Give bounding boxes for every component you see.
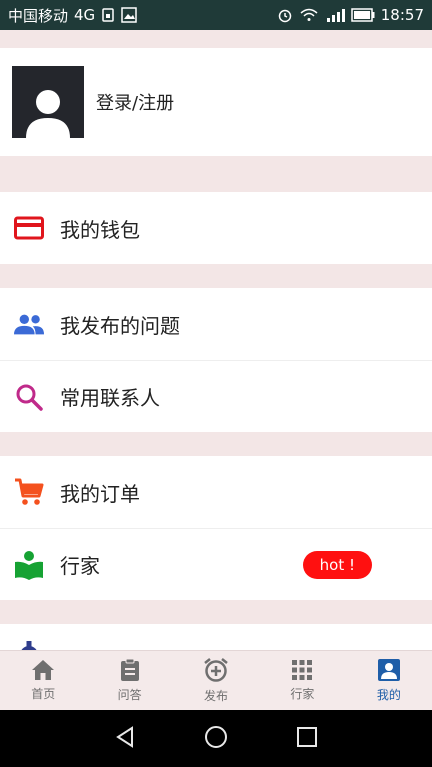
menu-item-label: 行家	[60, 554, 100, 578]
people-icon	[14, 309, 44, 339]
gear-icon	[14, 640, 44, 650]
signal-icon	[325, 7, 345, 23]
battery-icon	[351, 8, 375, 22]
cart-icon	[14, 477, 44, 507]
menu-item-label: 我的订单	[60, 481, 140, 506]
carrier-name: 中国移动	[8, 6, 69, 25]
sim-lock-icon	[101, 7, 115, 23]
menu-item-wallet[interactable]: 我的钱包	[0, 192, 432, 264]
hot-badge: hot !	[302, 550, 372, 579]
spacer	[0, 432, 432, 456]
spacer	[0, 30, 432, 48]
tab-experts[interactable]: 行家	[259, 651, 345, 710]
menu-item-contacts[interactable]: 常用联系人	[0, 361, 432, 432]
menu-item-label: 我的钱包	[60, 217, 140, 242]
grid-icon	[292, 660, 313, 680]
search-icon	[14, 382, 44, 412]
spacer	[0, 264, 432, 288]
book-reader-icon	[14, 550, 44, 580]
network-type: 4G	[74, 6, 96, 24]
alarm-add-icon	[204, 658, 228, 682]
wifi-icon	[299, 7, 319, 23]
clock-time: 18:57	[380, 6, 424, 24]
menu-item-label: 我发布的问题	[60, 313, 180, 338]
clipboard-icon	[120, 658, 139, 681]
back-icon[interactable]	[114, 725, 136, 752]
tab-qa[interactable]: 问答	[86, 651, 172, 710]
status-bar: 中国移动 4G 18:57	[0, 0, 432, 30]
login-row[interactable]: 登录/注册	[0, 48, 432, 156]
tab-label: 问答	[117, 688, 142, 702]
wallet-icon	[14, 213, 44, 243]
bottom-navigation: 首页 问答 发布 行家 我的	[0, 650, 432, 710]
menu-item-experts[interactable]: 行家 hot !	[0, 529, 432, 600]
user-icon	[26, 90, 70, 138]
profile-page: 登录/注册 我的钱包 我发布的问题 常用联系人 我的订单 行家 hot !	[0, 30, 432, 650]
login-register-link[interactable]: 登录/注册	[96, 89, 174, 115]
tab-mine[interactable]: 我的	[346, 651, 432, 710]
alarm-icon	[277, 7, 293, 23]
tab-label: 我的	[376, 688, 401, 702]
tab-label: 首页	[31, 687, 56, 701]
tab-label: 发布	[204, 689, 229, 703]
menu-item-my-questions[interactable]: 我发布的问题	[0, 288, 432, 360]
spacer	[0, 600, 432, 624]
tab-home[interactable]: 首页	[0, 651, 86, 710]
tab-publish[interactable]: 发布	[173, 651, 259, 710]
menu-item-orders[interactable]: 我的订单	[0, 456, 432, 528]
menu-item-settings-partial[interactable]	[0, 624, 432, 650]
spacer	[0, 156, 432, 192]
tab-label: 行家	[290, 687, 315, 701]
system-navigation-bar	[0, 710, 432, 767]
home-icon	[32, 660, 55, 680]
account-box-icon	[377, 659, 400, 681]
menu-item-label: 常用联系人	[60, 386, 160, 410]
image-icon	[121, 7, 137, 23]
avatar[interactable]	[12, 66, 84, 138]
recents-icon[interactable]	[296, 726, 318, 752]
home-circle-icon[interactable]	[204, 725, 228, 753]
